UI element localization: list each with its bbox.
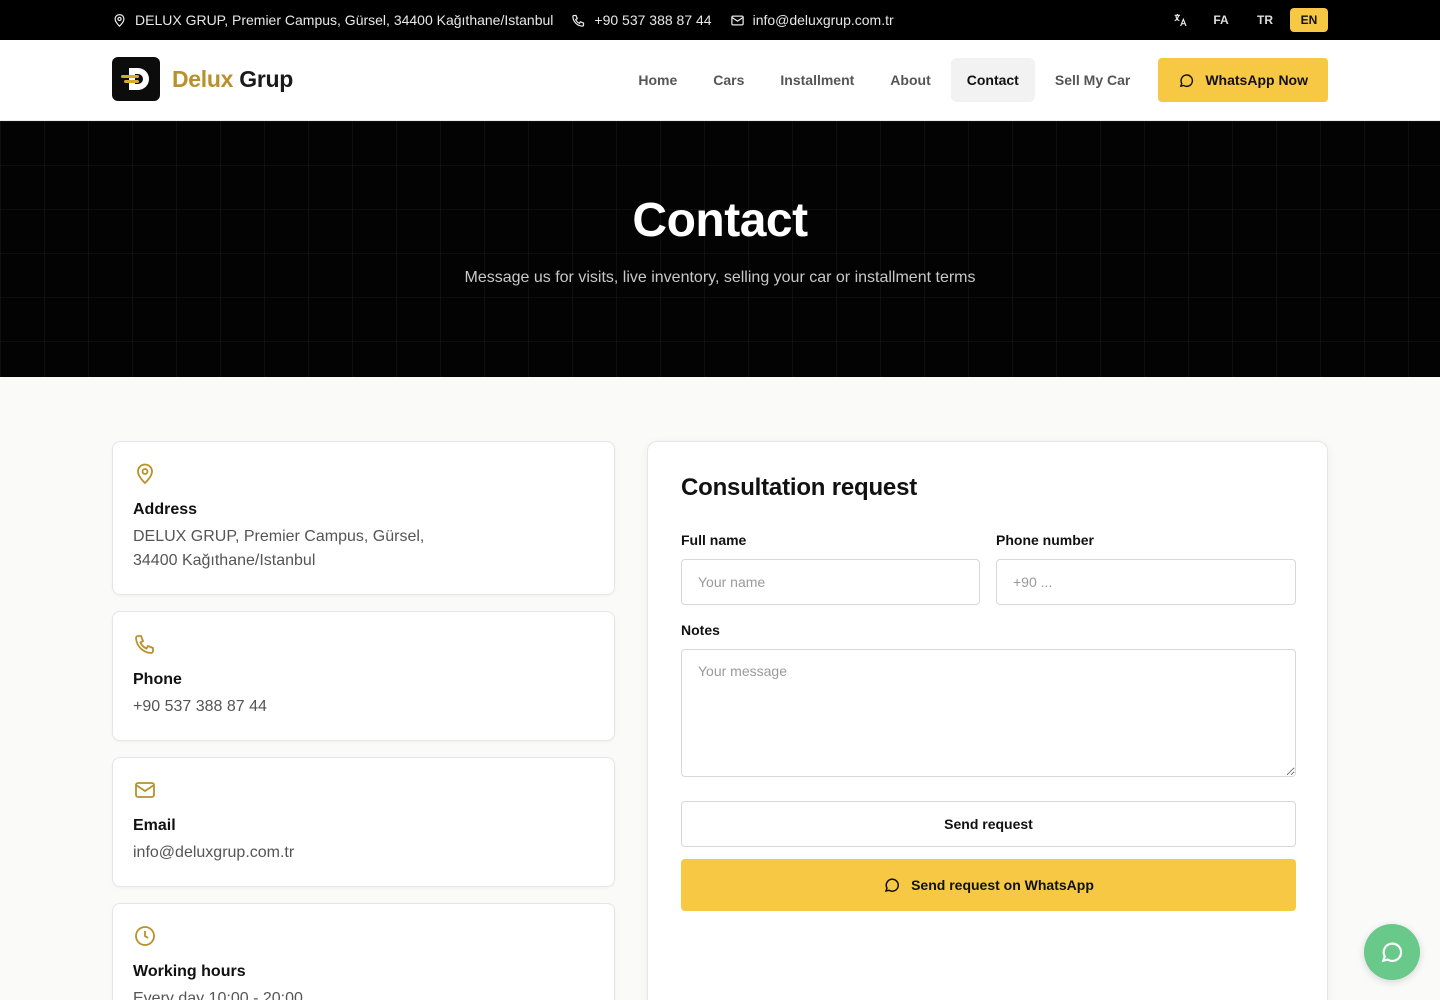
mail-icon xyxy=(135,782,155,798)
full-name-label: Full name xyxy=(681,532,747,548)
mail-icon xyxy=(730,15,744,25)
topbar-address: DELUX GRUP, Premier Campus, Gürsel, 3440… xyxy=(112,12,553,28)
hero-banner: Contact Message us for visits, live inve… xyxy=(0,121,1440,377)
topbar-phone[interactable]: +90 537 388 87 44 xyxy=(571,12,712,28)
email-title: Email xyxy=(133,817,176,834)
logo-mark xyxy=(112,57,160,101)
logo-d-icon xyxy=(121,68,149,90)
nav-sell-my-car[interactable]: Sell My Car xyxy=(1039,58,1146,102)
phone-card: Phone +90 537 388 87 44 xyxy=(112,611,615,741)
address-value: DELUX GRUP, Premier Campus, Gürsel, 3440… xyxy=(133,528,425,569)
site-header: Delux Grup Home Cars Installment About C… xyxy=(0,40,1440,121)
page-subtitle: Message us for visits, live inventory, s… xyxy=(464,269,976,286)
logo[interactable]: Delux Grup xyxy=(112,57,293,101)
phone-number-input[interactable] xyxy=(996,559,1296,605)
send-whatsapp-label: Send request on WhatsApp xyxy=(911,877,1094,893)
notes-label: Notes xyxy=(681,622,720,638)
chat-bubble-icon xyxy=(1180,73,1194,87)
logo-text-delux: Delux xyxy=(172,65,234,92)
clock-icon xyxy=(135,926,155,946)
topbar-phone-text[interactable]: +90 537 388 87 44 xyxy=(594,12,711,28)
map-pin-icon xyxy=(114,13,125,27)
consultation-form: Consultation request Full name Phone num… xyxy=(647,441,1328,1000)
lang-fa[interactable]: FA xyxy=(1202,8,1240,32)
phone-value[interactable]: +90 537 388 87 44 xyxy=(133,695,594,719)
notes-textarea[interactable] xyxy=(681,649,1296,777)
address-card: Address DELUX GRUP, Premier Campus, Gürs… xyxy=(112,441,615,595)
phone-icon xyxy=(135,635,154,654)
top-info-bar: DELUX GRUP, Premier Campus, Gürsel, 3440… xyxy=(0,0,1440,40)
map-pin-icon xyxy=(137,463,153,485)
nav-contact[interactable]: Contact xyxy=(950,58,1035,102)
form-title: Consultation request xyxy=(681,474,918,501)
email-value[interactable]: info@deluxgrup.com.tr xyxy=(133,841,594,865)
main-nav: Home Cars Installment About Contact Sell… xyxy=(622,58,1328,102)
lang-tr[interactable]: TR xyxy=(1246,8,1284,32)
nav-installment[interactable]: Installment xyxy=(764,58,870,102)
topbar-email[interactable]: info@deluxgrup.com.tr xyxy=(730,12,894,28)
logo-text: Delux Grup xyxy=(172,66,293,93)
lang-en[interactable]: EN xyxy=(1290,8,1328,32)
address-title: Address xyxy=(133,501,198,518)
chat-bubble-icon xyxy=(884,878,900,893)
page-title: Contact xyxy=(632,194,808,247)
translate-icon xyxy=(1174,14,1187,27)
hours-title: Working hours xyxy=(133,963,246,980)
phone-icon xyxy=(572,14,585,27)
email-card: Email info@deluxgrup.com.tr xyxy=(112,757,615,887)
whatsapp-now-button[interactable]: WhatsApp Now xyxy=(1158,58,1328,102)
chat-bubble-icon xyxy=(1381,942,1403,963)
nav-home[interactable]: Home xyxy=(622,58,693,102)
topbar-email-text[interactable]: info@deluxgrup.com.tr xyxy=(753,12,894,28)
nav-about[interactable]: About xyxy=(874,58,946,102)
logo-text-grup: Grup xyxy=(239,65,293,92)
hours-value: Every day 10:00 - 20:00 xyxy=(133,990,303,1000)
whatsapp-now-label: WhatsApp Now xyxy=(1205,72,1308,88)
full-name-input[interactable] xyxy=(681,559,980,605)
nav-cars[interactable]: Cars xyxy=(697,58,760,102)
working-hours-card: Working hours Every day 10:00 - 20:00 xyxy=(112,903,615,1000)
floating-whatsapp-button[interactable] xyxy=(1364,924,1420,980)
phone-number-label: Phone number xyxy=(996,532,1095,548)
phone-title: Phone xyxy=(133,671,182,688)
send-request-button[interactable]: Send request xyxy=(681,801,1296,847)
send-whatsapp-button[interactable]: Send request on WhatsApp xyxy=(681,859,1296,911)
topbar-address-text: DELUX GRUP, Premier Campus, Gürsel, 3440… xyxy=(135,12,554,28)
